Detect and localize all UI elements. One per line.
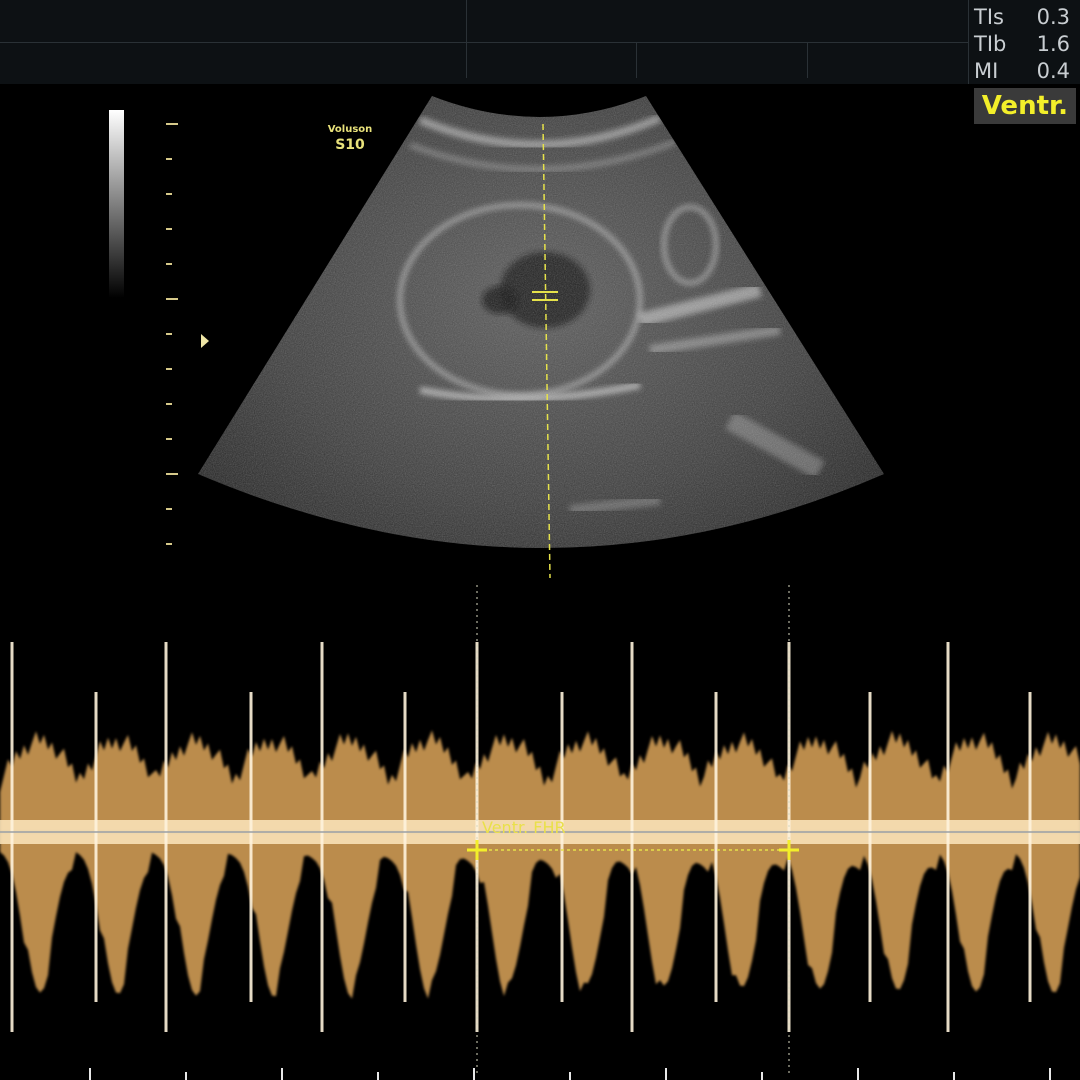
doppler-forward-envelope <box>0 730 1080 832</box>
doppler-waveform <box>0 730 1080 999</box>
doppler-spectrum[interactable] <box>0 0 1080 1080</box>
measurement-label: Ventr. FHR <box>482 818 566 837</box>
doppler-reverse-envelope <box>0 832 1080 999</box>
time-scale <box>89 1068 1051 1080</box>
